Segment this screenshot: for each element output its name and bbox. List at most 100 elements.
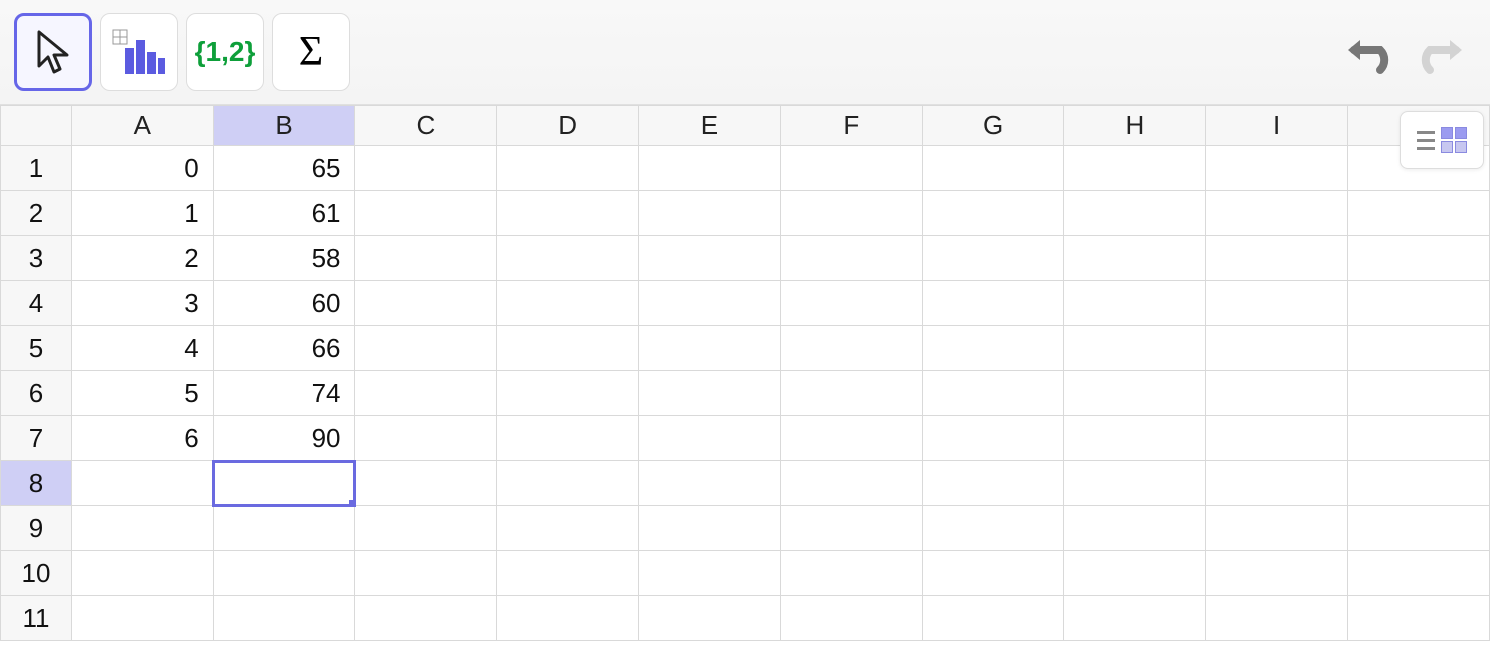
- cell-H9[interactable]: [1064, 506, 1206, 551]
- row-header-9[interactable]: 9: [1, 506, 72, 551]
- cell-E3[interactable]: [639, 236, 781, 281]
- cell-C5[interactable]: [355, 326, 497, 371]
- cell-C7[interactable]: [355, 416, 497, 461]
- cell-A10[interactable]: [71, 551, 213, 596]
- cell-D8[interactable]: [497, 461, 639, 506]
- cell-A3[interactable]: 2: [71, 236, 213, 281]
- cell-I7[interactable]: [1206, 416, 1348, 461]
- cell-H10[interactable]: [1064, 551, 1206, 596]
- column-header-C[interactable]: C: [355, 106, 497, 146]
- cell-B7[interactable]: 90: [213, 416, 355, 461]
- cell-G5[interactable]: [922, 326, 1064, 371]
- cell-D9[interactable]: [497, 506, 639, 551]
- cell-D4[interactable]: [497, 281, 639, 326]
- cell-D6[interactable]: [497, 371, 639, 416]
- cell-I8[interactable]: [1206, 461, 1348, 506]
- corner-cell[interactable]: [1, 106, 72, 146]
- row-header-8[interactable]: 8: [1, 461, 72, 506]
- row-header-10[interactable]: 10: [1, 551, 72, 596]
- cell-G9[interactable]: [922, 506, 1064, 551]
- cell-F11[interactable]: [780, 596, 922, 641]
- cell-B8[interactable]: [213, 461, 355, 506]
- cell-I11[interactable]: [1206, 596, 1348, 641]
- cell-H8[interactable]: [1064, 461, 1206, 506]
- cell-E11[interactable]: [639, 596, 781, 641]
- cell-F10[interactable]: [780, 551, 922, 596]
- cell-C2[interactable]: [355, 191, 497, 236]
- cell-G1[interactable]: [922, 146, 1064, 191]
- cell-J7[interactable]: [1348, 416, 1490, 461]
- cell-E9[interactable]: [639, 506, 781, 551]
- cell-I9[interactable]: [1206, 506, 1348, 551]
- cell-F1[interactable]: [780, 146, 922, 191]
- cell-J4[interactable]: [1348, 281, 1490, 326]
- row-header-2[interactable]: 2: [1, 191, 72, 236]
- view-toggle-button[interactable]: [1400, 111, 1484, 169]
- cell-D10[interactable]: [497, 551, 639, 596]
- cell-I4[interactable]: [1206, 281, 1348, 326]
- cell-H3[interactable]: [1064, 236, 1206, 281]
- cell-G3[interactable]: [922, 236, 1064, 281]
- cell-D11[interactable]: [497, 596, 639, 641]
- row-header-1[interactable]: 1: [1, 146, 72, 191]
- cell-A2[interactable]: 1: [71, 191, 213, 236]
- cell-A1[interactable]: 0: [71, 146, 213, 191]
- cell-C11[interactable]: [355, 596, 497, 641]
- cell-G8[interactable]: [922, 461, 1064, 506]
- cell-G10[interactable]: [922, 551, 1064, 596]
- cell-F2[interactable]: [780, 191, 922, 236]
- cell-H1[interactable]: [1064, 146, 1206, 191]
- cell-I10[interactable]: [1206, 551, 1348, 596]
- cell-G11[interactable]: [922, 596, 1064, 641]
- cell-F4[interactable]: [780, 281, 922, 326]
- cell-I1[interactable]: [1206, 146, 1348, 191]
- cell-B11[interactable]: [213, 596, 355, 641]
- cell-I3[interactable]: [1206, 236, 1348, 281]
- cell-H7[interactable]: [1064, 416, 1206, 461]
- cell-F6[interactable]: [780, 371, 922, 416]
- move-tool-button[interactable]: [14, 13, 92, 91]
- cell-B9[interactable]: [213, 506, 355, 551]
- column-header-I[interactable]: I: [1206, 106, 1348, 146]
- cell-E10[interactable]: [639, 551, 781, 596]
- cell-A4[interactable]: 3: [71, 281, 213, 326]
- cell-C3[interactable]: [355, 236, 497, 281]
- cell-D5[interactable]: [497, 326, 639, 371]
- cell-H2[interactable]: [1064, 191, 1206, 236]
- chart-tool-button[interactable]: [100, 13, 178, 91]
- cell-B6[interactable]: 74: [213, 371, 355, 416]
- cell-E5[interactable]: [639, 326, 781, 371]
- cell-J5[interactable]: [1348, 326, 1490, 371]
- cell-G2[interactable]: [922, 191, 1064, 236]
- cell-A11[interactable]: [71, 596, 213, 641]
- cell-C1[interactable]: [355, 146, 497, 191]
- cell-A5[interactable]: 4: [71, 326, 213, 371]
- row-header-4[interactable]: 4: [1, 281, 72, 326]
- cell-A6[interactable]: 5: [71, 371, 213, 416]
- cell-D2[interactable]: [497, 191, 639, 236]
- row-header-7[interactable]: 7: [1, 416, 72, 461]
- cell-B4[interactable]: 60: [213, 281, 355, 326]
- cell-G6[interactable]: [922, 371, 1064, 416]
- cell-E1[interactable]: [639, 146, 781, 191]
- row-header-5[interactable]: 5: [1, 326, 72, 371]
- column-header-G[interactable]: G: [922, 106, 1064, 146]
- cell-G4[interactable]: [922, 281, 1064, 326]
- cell-I6[interactable]: [1206, 371, 1348, 416]
- cell-C6[interactable]: [355, 371, 497, 416]
- cell-A9[interactable]: [71, 506, 213, 551]
- cell-J2[interactable]: [1348, 191, 1490, 236]
- column-header-H[interactable]: H: [1064, 106, 1206, 146]
- row-header-3[interactable]: 3: [1, 236, 72, 281]
- cell-B2[interactable]: 61: [213, 191, 355, 236]
- cell-B5[interactable]: 66: [213, 326, 355, 371]
- cell-F8[interactable]: [780, 461, 922, 506]
- cell-J11[interactable]: [1348, 596, 1490, 641]
- sum-tool-button[interactable]: Σ: [272, 13, 350, 91]
- cell-J10[interactable]: [1348, 551, 1490, 596]
- cell-C10[interactable]: [355, 551, 497, 596]
- list-tool-button[interactable]: {1,2}: [186, 13, 264, 91]
- cell-G7[interactable]: [922, 416, 1064, 461]
- cell-J8[interactable]: [1348, 461, 1490, 506]
- column-header-D[interactable]: D: [497, 106, 639, 146]
